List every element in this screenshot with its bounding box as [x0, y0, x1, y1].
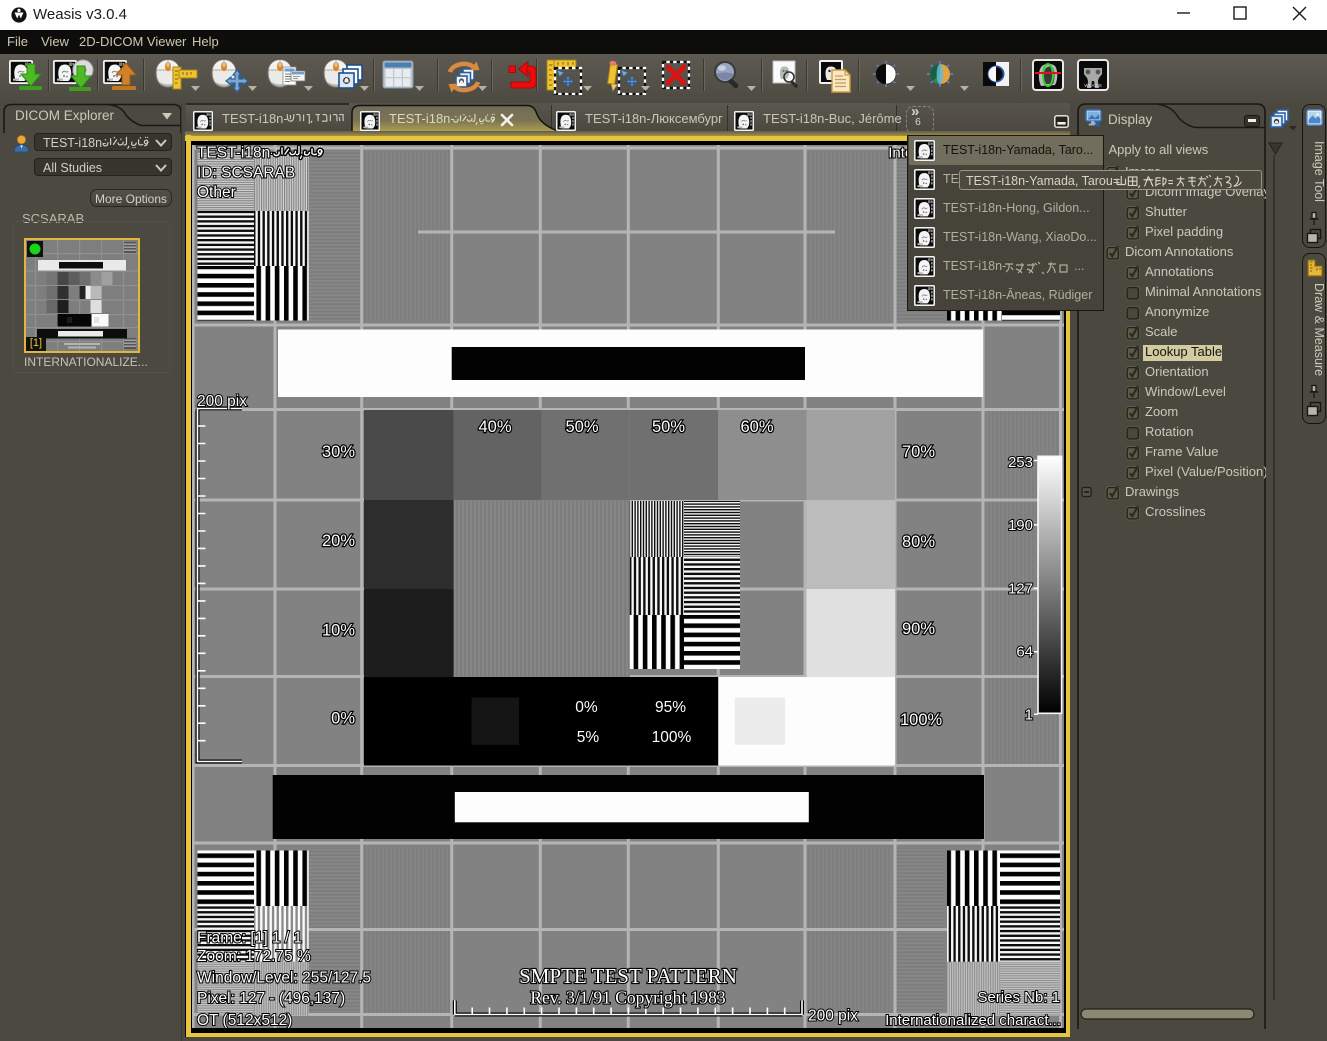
svg-text:190: 190 — [1008, 517, 1033, 534]
svg-text:0%: 0% — [331, 710, 355, 728]
svg-text:ID: SCSARAB: ID: SCSARAB — [197, 165, 295, 182]
svg-text:40%: 40% — [478, 418, 511, 436]
svg-text:20%: 20% — [322, 532, 355, 550]
svg-text:Internationalized charact...: Internationalized charact... — [885, 1012, 1061, 1028]
svg-text:Zoom: 172.75 %: Zoom: 172.75 % — [197, 948, 311, 965]
svg-text:50%: 50% — [565, 418, 598, 436]
svg-text:1: 1 — [1025, 706, 1033, 723]
svg-text:Frame: [1] 1 / 1: Frame: [1] 1 / 1 — [197, 930, 302, 947]
svg-text:60%: 60% — [740, 418, 773, 436]
svg-text:30%: 30% — [322, 443, 355, 461]
svg-text:OT (512x512): OT (512x512) — [197, 1012, 292, 1028]
svg-text:Pixel: 127 - (496,137): Pixel: 127 - (496,137) — [197, 990, 345, 1007]
svg-text:127: 127 — [1008, 580, 1033, 597]
svg-text:Window/Level: 255/127.5: Window/Level: 255/127.5 — [197, 970, 371, 987]
svg-text:0%: 0% — [575, 699, 598, 716]
svg-text:Series Nb: 1: Series Nb: 1 — [977, 989, 1060, 1006]
svg-text:95%: 95% — [655, 699, 686, 716]
svg-text:Other: Other — [197, 184, 236, 201]
svg-text:Rev. 3/1/91 Copyright 1983: Rev. 3/1/91 Copyright 1983 — [530, 988, 726, 1008]
svg-text:10%: 10% — [322, 622, 355, 640]
svg-text:80%: 80% — [902, 533, 935, 551]
svg-text:100%: 100% — [652, 729, 692, 746]
svg-text:70%: 70% — [902, 443, 935, 461]
svg-text:200 pix: 200 pix — [808, 1008, 858, 1025]
svg-text:WEASIS: WEASIS — [1084, 83, 1102, 88]
svg-text:90%: 90% — [902, 620, 935, 638]
svg-text:TEST-i18n-: TEST-i18n- — [197, 145, 275, 162]
svg-text:SMPTE TEST PATTERN: SMPTE TEST PATTERN — [519, 964, 737, 988]
svg-text:50%: 50% — [652, 418, 685, 436]
svg-text:100%: 100% — [900, 711, 943, 729]
svg-text:200 pix: 200 pix — [197, 393, 247, 410]
svg-text:5%: 5% — [577, 729, 600, 746]
svg-text:253: 253 — [1008, 454, 1033, 471]
svg-text:64: 64 — [1016, 644, 1033, 661]
